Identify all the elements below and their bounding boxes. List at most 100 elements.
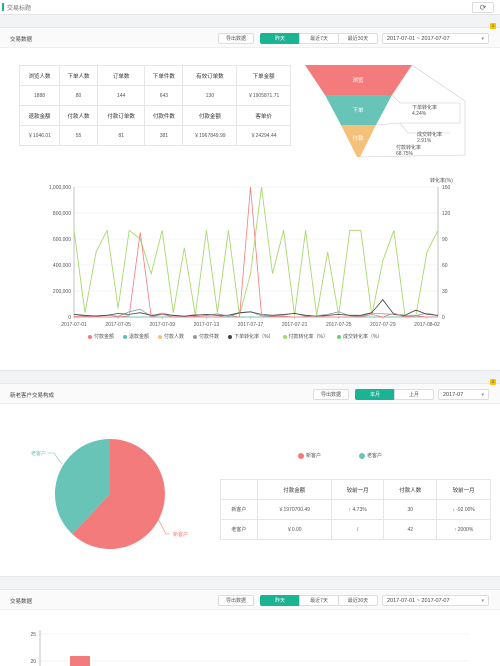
- panel-number-badge: 2: [490, 379, 496, 385]
- legend-dot-icon: [158, 334, 163, 339]
- pie-label-new: 新客户: [173, 531, 188, 538]
- customer-composition-panel: 新老客户交易构成 导出数据 本月 上月 2017-07 ▾ 2 新客户 老客户 新…: [0, 379, 500, 577]
- legend-label: 付款件数: [199, 334, 220, 340]
- x-tick-label: 2017-07-01: [61, 322, 87, 328]
- legend-label: 付款转化率（%）: [288, 334, 328, 340]
- legend-label: 新客户: [306, 453, 322, 459]
- y-right-tick-label: 90: [442, 237, 448, 243]
- table-cell: ￥24294.44: [236, 125, 291, 146]
- table-cell: 30: [383, 499, 438, 520]
- legend-item[interactable]: 付款件数: [193, 333, 219, 340]
- date-range-picker[interactable]: 2017-07-01 ~ 2017-07-07 ▾: [382, 33, 489, 44]
- y-right-tick-label: 30: [442, 289, 448, 295]
- table-header-cell: 付款件数: [144, 105, 184, 126]
- y-left-tick-label: 800,000: [53, 211, 71, 217]
- legend-item[interactable]: 付款金额: [88, 333, 114, 340]
- table-header-cell: 下单金额: [236, 65, 291, 86]
- table-cell: 1888: [19, 85, 60, 106]
- tab-last-30-days[interactable]: 最近30天: [338, 595, 378, 606]
- legend-dot-icon: [336, 334, 341, 339]
- table-row: 1888 80 144 643 130 ￥1905871.71: [19, 85, 291, 106]
- export-button[interactable]: 导出数据: [313, 389, 349, 400]
- y-left-tick-label: 1,000,000: [49, 185, 71, 191]
- table-cell: ↑ 2000%: [436, 519, 491, 540]
- legend-dot-icon: [228, 334, 233, 339]
- table-cell: 130: [182, 85, 238, 106]
- tab-last-7-days[interactable]: 最近7天: [299, 33, 339, 44]
- chevron-down-icon: ▾: [481, 392, 484, 398]
- table-header-cell: 较前一月: [436, 479, 491, 500]
- legend-label: 成交转化率（%）: [342, 334, 383, 340]
- table-cell: 81: [97, 125, 146, 146]
- customer-pie-chart: 新客户 老客户: [31, 438, 188, 549]
- tab-last-30-days[interactable]: 最近30天: [338, 33, 378, 44]
- x-tick-label: 2017-07-13: [194, 322, 220, 328]
- pie-leader-line: [48, 452, 63, 465]
- bar: [70, 656, 90, 666]
- legend-item[interactable]: 老客户: [359, 452, 382, 459]
- month-picker[interactable]: 2017-07 ▾: [438, 389, 489, 400]
- table-cell: 55: [58, 125, 99, 146]
- refresh-icon: ⟳: [479, 3, 487, 12]
- funnel-rate-name: 成交转化率: [417, 131, 442, 138]
- table-header-cell: 下单人数: [58, 65, 99, 86]
- y-left-tick-label: 400,000: [53, 263, 71, 269]
- table-header-cell: 付款金额: [256, 479, 332, 500]
- legend-label: 付款人数: [164, 334, 185, 340]
- page-title: 交易标题: [7, 6, 32, 12]
- legend-dot-icon: [359, 452, 366, 459]
- y-left-tick-label: 0: [68, 315, 71, 321]
- panel-header: 交易数据 导出数据 昨天 最近7天 最近30天 2017-07-01 ~ 201…: [0, 590, 500, 610]
- legend-label: 退款金额: [129, 334, 150, 340]
- funnel-stage-label: 付款: [352, 134, 364, 142]
- export-button[interactable]: 导出数据: [218, 33, 254, 44]
- refresh-button[interactable]: ⟳: [472, 2, 494, 13]
- legend-dot-icon: [298, 452, 304, 459]
- table-cell: ↓ -92.00%: [436, 499, 491, 520]
- trade-data-panel-2: 交易数据 导出数据 昨天 最近7天 最近30天 2017-07-01 ~ 201…: [0, 589, 500, 666]
- panel-title: 新老客户交易构成: [10, 393, 55, 399]
- series-line: [73, 186, 438, 318]
- table-row: 退款金额 付款人数 付款订单数 付款件数 付款金额 客单价: [19, 105, 291, 126]
- table-header-cell: [220, 479, 258, 500]
- legend-label: 下单转化率（%）: [234, 334, 274, 340]
- legend-dot-icon: [193, 334, 198, 339]
- tab-last-7-days[interactable]: 最近7天: [299, 595, 339, 606]
- legend-item[interactable]: 下单转化率（%）: [228, 333, 274, 340]
- table-row: 老客户 ￥0.00/42 ↑ 2000%: [220, 519, 491, 540]
- legend-dot-icon: [123, 334, 128, 339]
- funnel-rate-value: 2.91%: [417, 138, 432, 144]
- funnel-rate-name: 付款转化率: [396, 144, 421, 151]
- table-cell: 144: [97, 85, 146, 106]
- tab-last-month[interactable]: 上月: [394, 389, 434, 400]
- date-range-picker[interactable]: 2017-07-01 ~ 2017-07-07 ▾: [382, 595, 489, 606]
- tab-yesterday[interactable]: 昨天: [260, 33, 300, 44]
- table-header-row: 付款金额 较前一月 付款人数 较前一月: [220, 479, 491, 500]
- y-tick-label: 20: [30, 659, 36, 665]
- table-header-cell: 付款人数: [383, 479, 438, 500]
- table-cell: 80: [58, 85, 99, 106]
- legend-item[interactable]: 付款人数: [158, 333, 184, 340]
- panel-number-badge: 1: [490, 23, 496, 29]
- panel-title: 交易数据: [10, 37, 33, 43]
- table-cell: 新客户: [220, 499, 258, 520]
- x-tick-label: 2017-07-25: [326, 322, 352, 328]
- tab-yesterday[interactable]: 昨天: [260, 595, 300, 606]
- table-cell: ￥1970700.49: [256, 499, 332, 520]
- legend-item[interactable]: 付款转化率（%）: [282, 333, 328, 340]
- legend-dot-icon: [282, 334, 287, 339]
- export-button[interactable]: 导出数据: [218, 595, 254, 606]
- funnel-rate-value: 68.75%: [396, 151, 414, 157]
- legend-dot-icon: [88, 334, 92, 339]
- legend-item[interactable]: 成交转化率（%）: [336, 333, 383, 340]
- table-cell: /: [330, 519, 385, 540]
- tab-this-month[interactable]: 本月: [355, 389, 395, 400]
- legend-item[interactable]: 退款金额: [123, 333, 149, 340]
- legend-item[interactable]: 新客户: [298, 452, 321, 459]
- y-tick-label: 25: [30, 632, 36, 638]
- table-cell: ￥0.00: [256, 519, 332, 540]
- table-cell: 老客户: [220, 519, 258, 540]
- table-cell: 643: [144, 85, 184, 106]
- table-cell: ￥1905871.71: [236, 85, 291, 106]
- panel-header: 交易数据 导出数据 昨天 最近7天 最近30天 2017-07-01 ~ 201…: [0, 23, 500, 48]
